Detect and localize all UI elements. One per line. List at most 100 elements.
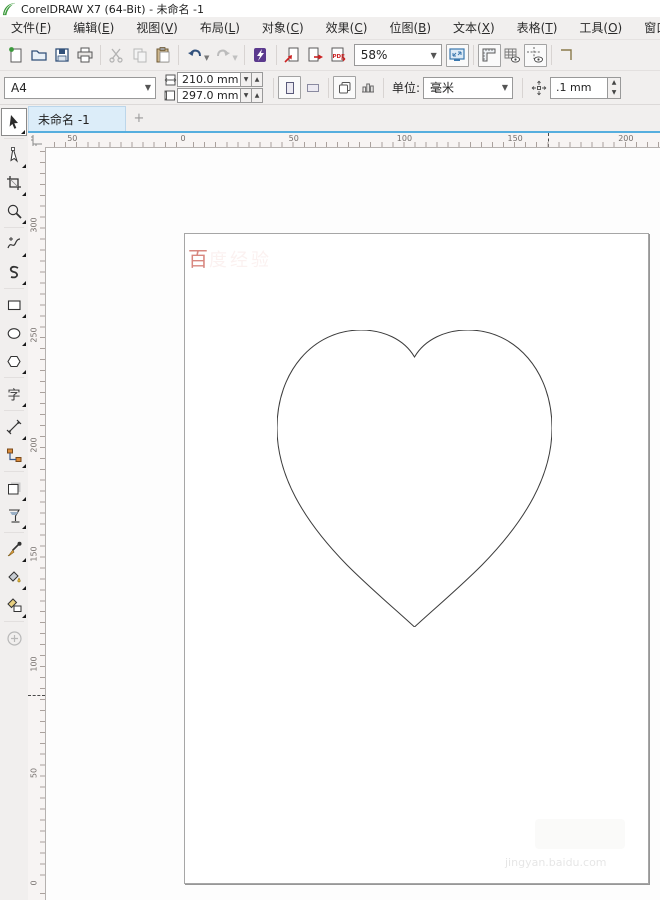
menu-item[interactable]: 文本(X) [442, 17, 506, 39]
redo-button[interactable] [211, 44, 234, 67]
menu-item[interactable]: 编辑(E) [62, 17, 125, 39]
menu-item[interactable]: 位图(B) [378, 17, 442, 39]
zoom-level-value: 58% [360, 48, 388, 62]
menu-item[interactable]: 效果(C) [315, 17, 379, 39]
current-page-button[interactable] [356, 76, 379, 99]
menu-item[interactable]: 工具(O) [568, 17, 633, 39]
portrait-button[interactable] [278, 76, 301, 99]
smart-fill-tool[interactable] [1, 591, 27, 619]
show-grid-button[interactable] [501, 44, 524, 67]
menu-item[interactable]: 布局(L) [189, 17, 251, 39]
landscape-button[interactable] [301, 76, 324, 99]
ellipse-tool[interactable] [1, 319, 27, 347]
toolbar-separator [100, 45, 101, 65]
current-page-icon [361, 83, 374, 92]
ruler-tick-label: 200 [29, 436, 39, 453]
parallel-dimension-tool[interactable] [1, 413, 27, 441]
toolbox-separator [4, 410, 24, 411]
publish-pdf-icon: PDF [331, 47, 346, 62]
shape-tool[interactable] [1, 141, 27, 169]
new-document-button[interactable] [4, 44, 27, 67]
ellipse-tool-icon [7, 327, 20, 339]
page-height-spinner[interactable]: ▼ ▲ [241, 88, 263, 103]
search-content-button[interactable] [249, 44, 272, 67]
paste-button[interactable] [151, 44, 174, 67]
color-eyedropper-tool[interactable] [1, 535, 27, 563]
drop-shadow-tool[interactable] [1, 474, 27, 502]
copy-button[interactable] [128, 44, 151, 67]
svg-text:字: 字 [7, 388, 20, 403]
save-icon [54, 48, 69, 62]
freehand-tool[interactable] [1, 230, 27, 258]
new-tab-button[interactable]: + [126, 106, 152, 131]
page-height-value: 297.0 mm [182, 89, 239, 102]
text-tool[interactable]: 字 [1, 380, 27, 408]
shape-tool-icon [9, 146, 18, 163]
chevron-down-icon: ▼ [501, 83, 509, 92]
import-button[interactable] [281, 44, 304, 67]
artistic-media-tool[interactable] [1, 258, 27, 286]
save-button[interactable] [50, 44, 73, 67]
redo-dropdown-arrow[interactable]: ▼ [232, 54, 237, 62]
coreldraw-window: CorelDRAW X7 (64-Bit) - 未命名 -1 文件(F) 编辑(E… [0, 0, 660, 900]
interactive-fill-tool[interactable] [1, 563, 27, 591]
heart-shape[interactable] [277, 330, 552, 627]
nudge-offset-icon [531, 80, 546, 95]
open-button[interactable] [27, 44, 50, 67]
fullscreen-preview-button[interactable] [445, 43, 469, 67]
menu-item[interactable]: 文件(F) [0, 17, 62, 39]
print-button[interactable] [73, 44, 96, 67]
polygon-tool[interactable] [1, 347, 27, 375]
ruler-cursor-indicator [28, 695, 45, 696]
nudge-offset-spinner[interactable]: ▲ ▼ [608, 76, 622, 99]
transparency-tool[interactable] [1, 502, 27, 530]
quick-customize-button[interactable] [1, 624, 27, 652]
pick-tool[interactable] [1, 108, 27, 136]
toolbox-separator [4, 471, 24, 472]
show-guidelines-icon [527, 47, 544, 63]
page-a4[interactable]: 百 度经验 jingyan.baidu.com [184, 233, 649, 884]
portrait-icon [285, 81, 294, 94]
menu-item[interactable]: 视图(V) [125, 17, 189, 39]
clipped-toolbar-icon [561, 49, 572, 60]
zoom-tool[interactable] [1, 197, 27, 225]
nudge-offset-field[interactable]: .1 mm [550, 76, 609, 99]
document-tab[interactable]: 未命名 -1 [28, 106, 126, 131]
copy-icon [133, 48, 146, 63]
vertical-ruler[interactable]: 300 250 200 150 100 50 0 [28, 147, 45, 900]
all-pages-button[interactable] [333, 76, 356, 99]
page-height-icon [164, 90, 175, 101]
nudge-offset-button [527, 76, 550, 99]
page-width-spinner[interactable]: ▼ ▲ [241, 72, 263, 87]
export-button[interactable] [304, 44, 327, 67]
menu-item[interactable]: 表格(T) [506, 17, 569, 39]
units-combo[interactable]: 毫米 ▼ [423, 76, 514, 99]
ruler-origin-corner[interactable] [28, 133, 45, 147]
horizontal-ruler[interactable]: 50 0 50 100 150 200 [45, 133, 660, 147]
connector-tool[interactable] [1, 441, 27, 469]
all-pages-icon [338, 81, 350, 93]
page-width-field[interactable]: 210.0 mm [177, 72, 241, 87]
coreldraw-logo-icon [2, 2, 16, 15]
ruler-tick-label: 100 [29, 656, 39, 672]
menu-item[interactable]: 窗口(W) [633, 17, 660, 39]
crop-tool[interactable] [1, 169, 27, 197]
paper-size-combo[interactable]: A4 ▼ [4, 76, 156, 99]
page-height-field[interactable]: 297.0 mm [177, 88, 241, 103]
menu-item[interactable]: 对象(C) [251, 17, 315, 39]
drawing-canvas[interactable]: 百 度经验 jingyan.baidu.com [45, 147, 660, 900]
show-guidelines-button[interactable] [523, 43, 547, 67]
undo-button[interactable] [183, 44, 206, 67]
rectangle-tool[interactable] [1, 291, 27, 319]
title-bar: CorelDRAW X7 (64-Bit) - 未命名 -1 [0, 0, 660, 17]
publish-pdf-button[interactable]: PDF [327, 44, 350, 67]
fullscreen-preview-icon [449, 48, 465, 61]
zoom-level-combo[interactable]: 58% ▼ [353, 44, 442, 66]
show-rulers-button[interactable] [477, 43, 501, 67]
connector-tool-icon [6, 448, 21, 462]
clipped-toolbar-button[interactable] [556, 44, 579, 67]
undo-dropdown-arrow[interactable]: ▼ [204, 54, 209, 62]
toolbar-separator [550, 45, 552, 65]
cut-button[interactable] [105, 44, 128, 67]
units-value: 毫米 [430, 81, 455, 95]
